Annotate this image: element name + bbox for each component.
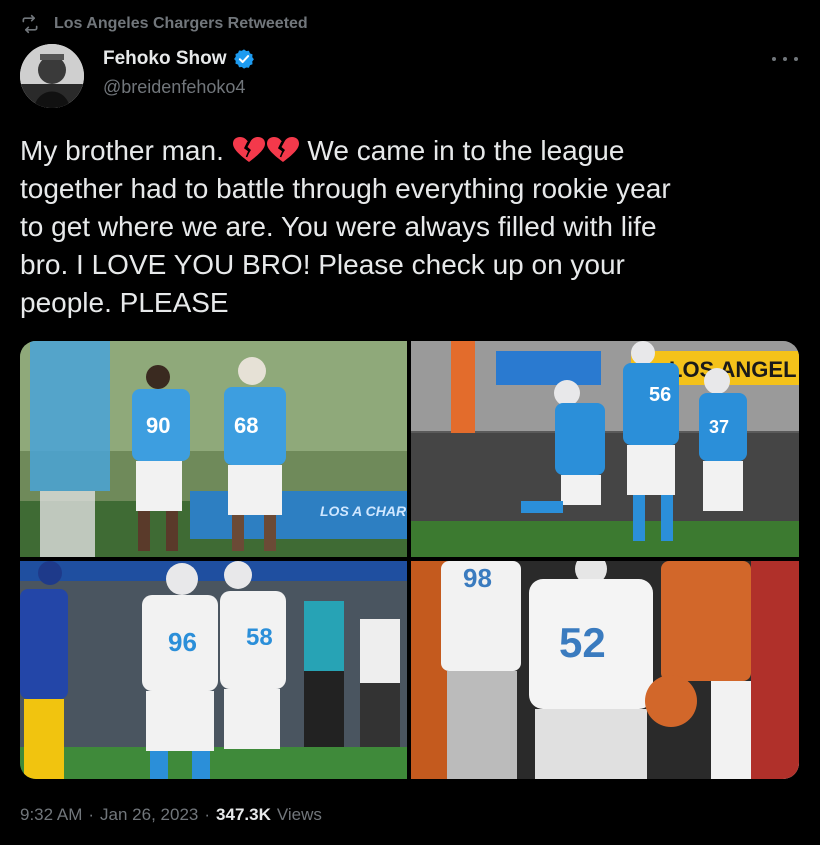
views-count: 347.3K bbox=[216, 805, 271, 824]
jersey-number: 96 bbox=[168, 627, 197, 657]
media-grid: LOS A CHARG 90 68 bbox=[20, 341, 799, 779]
retweet-label: Los Angeles Chargers Retweeted bbox=[54, 15, 308, 32]
author-handle[interactable]: @breidenfehoko4 bbox=[103, 76, 255, 98]
avatar[interactable] bbox=[20, 44, 84, 108]
photo-practice-field[interactable]: LOS A CHARG 90 68 bbox=[20, 341, 407, 557]
banner-text: LOS ANGEL bbox=[669, 357, 797, 382]
jersey-number: 98 bbox=[463, 563, 492, 593]
jersey-number: 56 bbox=[649, 384, 671, 406]
banner-text: LOS A CHARG bbox=[320, 503, 407, 519]
author-info: Fehoko Show @breidenfehoko4 bbox=[103, 47, 255, 98]
retweet-icon bbox=[20, 14, 40, 34]
jersey-number: 90 bbox=[146, 413, 170, 438]
views-label: Views bbox=[276, 805, 322, 824]
tweet[interactable]: Los Angeles Chargers Retweeted Fehoko Sh… bbox=[0, 0, 820, 845]
broken-heart-icon bbox=[266, 136, 300, 164]
broken-heart-icon bbox=[232, 136, 266, 164]
jersey-number: 52 bbox=[559, 619, 606, 666]
photo-game-sideline[interactable]: 96 58 bbox=[20, 561, 407, 779]
author-name[interactable]: Fehoko Show bbox=[103, 47, 227, 71]
more-options-icon[interactable] bbox=[772, 50, 798, 68]
meta-separator: · bbox=[204, 805, 211, 824]
tweet-date[interactable]: Jan 26, 2023 bbox=[100, 805, 198, 825]
retweet-context[interactable]: Los Angeles Chargers Retweeted bbox=[20, 14, 308, 34]
tweet-text: My brother man. We came in to the league… bbox=[20, 132, 800, 322]
photo-game-stadium[interactable]: LOS ANGEL 56 37 bbox=[411, 341, 799, 557]
tweet-text-line1-end: We came in to the league bbox=[299, 135, 625, 166]
tweet-text-start: My brother man. bbox=[20, 135, 232, 166]
jersey-number: 68 bbox=[234, 413, 258, 438]
tweet-text-rest: together had to battle through everythin… bbox=[20, 173, 671, 318]
meta-separator: · bbox=[88, 805, 95, 824]
tweet-time[interactable]: 9:32 AM bbox=[20, 805, 82, 825]
jersey-number: 37 bbox=[709, 417, 729, 437]
tweet-meta: 9:32 AM · Jan 26, 2023 · 347.3K Views bbox=[20, 805, 322, 825]
verified-badge-icon bbox=[233, 48, 255, 70]
jersey-number: 58 bbox=[246, 624, 273, 651]
photo-game-lions[interactable]: 98 52 bbox=[411, 561, 799, 779]
